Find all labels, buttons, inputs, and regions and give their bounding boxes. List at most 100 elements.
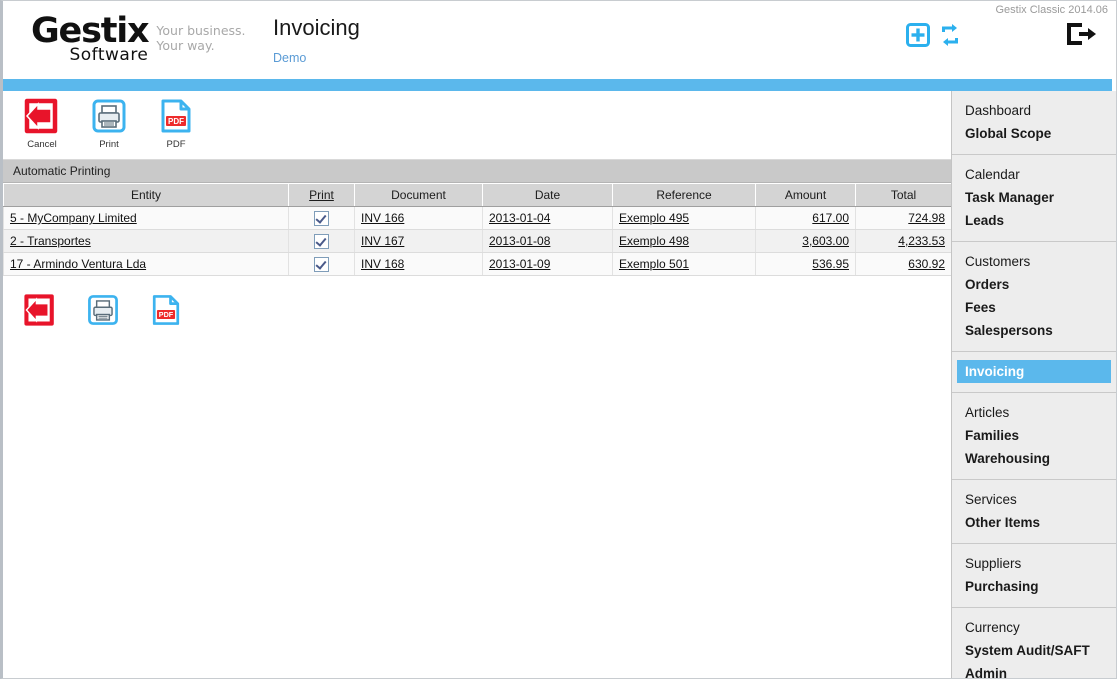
column-header-print[interactable]: Print (288, 183, 355, 207)
reference-link[interactable]: Exemplo 501 (619, 257, 689, 271)
table-row: 5 - MyCompany Limited INV 166 2013-01-04… (3, 206, 952, 230)
cell-reference: Exemplo 495 (612, 206, 756, 230)
sidebar-item-system-audit-saft[interactable]: System Audit/SAFT (952, 639, 1116, 662)
amount-link[interactable]: 3,603.00 (802, 234, 849, 248)
column-header-date[interactable]: Date (482, 183, 613, 207)
print-icon (88, 295, 118, 325)
document-link[interactable]: INV 168 (361, 257, 404, 271)
total-link[interactable]: 4,233.53 (898, 234, 945, 248)
column-header-entity[interactable]: Entity (3, 183, 289, 207)
sidebar-item-purchasing[interactable]: Purchasing (952, 575, 1116, 598)
tagline-line-2: Your way. (156, 38, 215, 53)
amount-link[interactable]: 617.00 (812, 211, 849, 225)
cell-date: 2013-01-04 (482, 206, 613, 230)
page-title: Invoicing (273, 15, 360, 40)
cell-entity: 2 - Transportes (3, 229, 289, 253)
print-button-label: Print (99, 139, 119, 150)
sidebar-item-admin[interactable]: Admin (952, 662, 1116, 678)
bottom-toolbar: PDF (3, 276, 951, 331)
print-checkbox[interactable] (314, 210, 329, 226)
cancel-button-label: Cancel (27, 139, 57, 150)
document-link[interactable]: INV 167 (361, 234, 404, 248)
print-button[interactable]: Print (84, 97, 134, 150)
cancel-icon (24, 98, 58, 134)
pdf-icon: PDF (152, 295, 180, 325)
pdf-button-label: PDF (166, 139, 186, 150)
refresh-icon[interactable] (938, 23, 962, 50)
print-checkbox[interactable] (314, 256, 329, 272)
app-logo[interactable]: Gestix Software Your business. Your way. (31, 13, 246, 64)
version-label: Gestix Classic 2014.06 (995, 4, 1109, 16)
sidebar-item-warehousing[interactable]: Warehousing (952, 447, 1116, 470)
application-window: Gestix Classic 2014.06 Gestix Software Y… (0, 0, 1117, 679)
sidebar-item-task-manager[interactable]: Task Manager (952, 186, 1116, 209)
sidebar-group: Suppliers Purchasing (952, 544, 1116, 608)
sidebar-item-invoicing[interactable]: Invoicing (957, 360, 1111, 383)
amount-link[interactable]: 536.95 (812, 257, 849, 271)
total-link[interactable]: 630.92 (908, 257, 945, 271)
sidebar-item-fees[interactable]: Fees (952, 296, 1116, 319)
date-link[interactable]: 2013-01-09 (489, 257, 550, 271)
sidebar-item-calendar[interactable]: Calendar (952, 163, 1116, 186)
sidebar-item-orders[interactable]: Orders (952, 273, 1116, 296)
column-header-reference[interactable]: Reference (612, 183, 756, 207)
logo-brand-name: Gestix (31, 11, 150, 51)
cell-reference: Exemplo 501 (612, 252, 756, 276)
cancel-button-bottom[interactable] (17, 292, 63, 331)
cell-amount: 617.00 (755, 206, 856, 230)
print-checkbox[interactable] (314, 233, 329, 249)
sidebar-item-articles[interactable]: Articles (952, 401, 1116, 424)
tagline-line-1: Your business. (156, 23, 246, 38)
total-link[interactable]: 724.98 (908, 211, 945, 225)
svg-text:PDF: PDF (168, 117, 184, 126)
cell-print (288, 252, 355, 276)
column-header-amount[interactable]: Amount (755, 183, 856, 207)
print-button-bottom[interactable] (80, 292, 126, 331)
sidebar-item-suppliers[interactable]: Suppliers (952, 552, 1116, 575)
sidebar-item-leads[interactable]: Leads (952, 209, 1116, 232)
entity-link[interactable]: 5 - MyCompany Limited (10, 211, 137, 225)
logout-icon[interactable] (1064, 21, 1098, 50)
entity-link[interactable]: 2 - Transportes (10, 234, 91, 248)
column-header-total[interactable]: Total (855, 183, 952, 207)
svg-text:PDF: PDF (159, 310, 174, 319)
table-header-row: Entity Print Document Date Reference Amo… (3, 183, 952, 207)
cancel-button[interactable]: Cancel (17, 97, 67, 150)
date-link[interactable]: 2013-01-04 (489, 211, 550, 225)
date-link[interactable]: 2013-01-08 (489, 234, 550, 248)
accent-bar (3, 79, 1112, 91)
pdf-button-bottom[interactable]: PDF (143, 292, 189, 331)
cell-date: 2013-01-08 (482, 229, 613, 253)
cell-amount: 3,603.00 (755, 229, 856, 253)
reference-link[interactable]: Exemplo 498 (619, 234, 689, 248)
pdf-button[interactable]: PDF PDF (151, 97, 201, 150)
document-link[interactable]: INV 166 (361, 211, 404, 225)
sidebar-group: Customers Orders Fees Salespersons (952, 242, 1116, 352)
sidebar-item-other-items[interactable]: Other Items (952, 511, 1116, 534)
sidebar-item-salespersons[interactable]: Salespersons (952, 319, 1116, 342)
column-header-document[interactable]: Document (354, 183, 483, 207)
cell-document: INV 166 (354, 206, 483, 230)
top-toolbar: Cancel Print PDF PDF (3, 91, 951, 160)
header-actions (906, 23, 962, 50)
sidebar-item-families[interactable]: Families (952, 424, 1116, 447)
sidebar-group: Currency System Audit/SAFT Admin (952, 608, 1116, 678)
page-subtitle-demo-link[interactable]: Demo (273, 51, 306, 65)
cell-reference: Exemplo 498 (612, 229, 756, 253)
pdf-icon: PDF (161, 99, 191, 133)
sidebar-item-dashboard[interactable]: Dashboard (952, 99, 1116, 122)
reference-link[interactable]: Exemplo 495 (619, 211, 689, 225)
sidebar-item-services[interactable]: Services (952, 488, 1116, 511)
section-title-bar: Automatic Printing (3, 160, 951, 183)
main-content: Cancel Print PDF PDF Automatic Printing … (3, 91, 952, 678)
sidebar-item-global-scope[interactable]: Global Scope (952, 122, 1116, 145)
new-document-icon[interactable] (906, 23, 930, 50)
cell-total: 724.98 (855, 206, 952, 230)
sidebar-group: Invoicing (952, 352, 1116, 393)
print-icon (92, 99, 126, 133)
sidebar-item-customers[interactable]: Customers (952, 250, 1116, 273)
sidebar-group: Dashboard Global Scope (952, 91, 1116, 155)
sidebar-item-currency[interactable]: Currency (952, 616, 1116, 639)
cell-total: 630.92 (855, 252, 952, 276)
entity-link[interactable]: 17 - Armindo Ventura Lda (10, 257, 146, 271)
